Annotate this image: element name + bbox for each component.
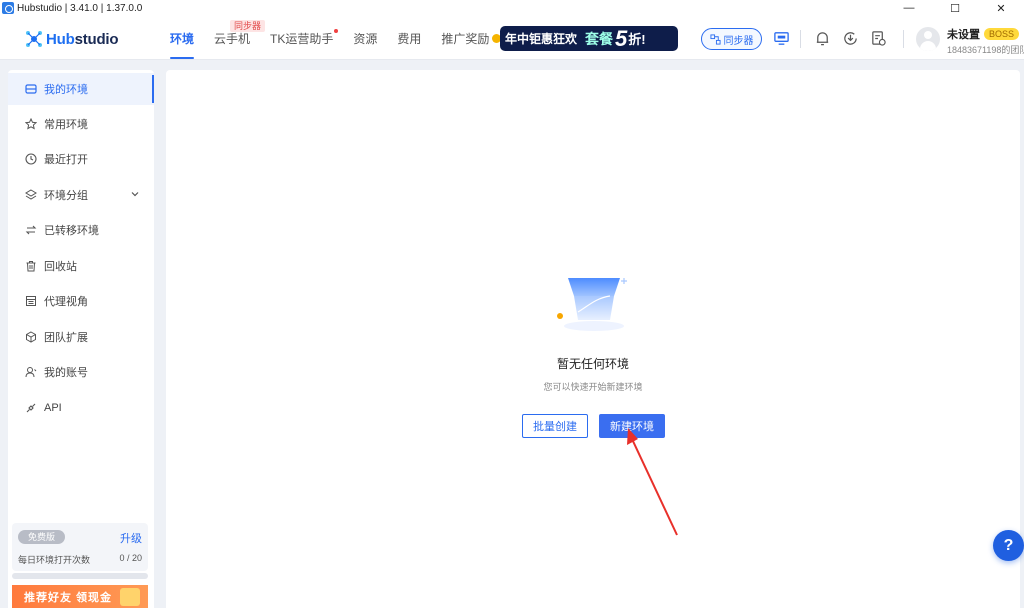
task-history-icon[interactable]: [870, 30, 887, 47]
sidebar-item-recent[interactable]: 最近打开: [8, 143, 154, 175]
user-icon: [25, 367, 37, 378]
synchronizer-button[interactable]: 同步器: [701, 28, 762, 50]
window-controls: — ☐ ✕: [886, 0, 1024, 16]
annotation-arrow-icon: [627, 428, 678, 536]
batch-create-button[interactable]: 批量创建: [522, 414, 588, 438]
free-plan-badge: 免费版: [18, 530, 66, 544]
sidebar-item-proxy-view[interactable]: 代理视角: [8, 285, 154, 317]
sidebar-item-groups[interactable]: 环境分组: [8, 179, 154, 211]
close-button[interactable]: ✕: [978, 0, 1024, 16]
sync-icon: [709, 33, 721, 45]
sidebar-item-api[interactable]: API: [8, 392, 154, 424]
screen-share-icon[interactable]: [773, 30, 790, 47]
clock-icon: [25, 153, 37, 165]
plan-usage-card: 免费版 升级 每日环境打开次数 0 / 20: [12, 523, 148, 571]
proxy-icon: [26, 296, 36, 306]
avatar[interactable]: [916, 27, 940, 51]
main-content: 暂无任何环境 您可以快速开始新建环境 批量创建 新建环境: [166, 70, 1020, 608]
sidebar-item-team-expansion[interactable]: 团队扩展: [8, 321, 154, 353]
chevron-down-icon[interactable]: [130, 189, 140, 199]
nav-tab-cloud-phone[interactable]: 同步器 云手机: [214, 16, 266, 60]
empty-state-title: 暂无任何环境: [556, 357, 629, 371]
empty-box-illustration: [557, 278, 627, 331]
header-divider: [903, 30, 904, 48]
window-titlebar: Hubstudio | 3.41.0 | 1.37.0.0 — ☐ ✕: [0, 0, 1024, 16]
api-icon: [26, 403, 36, 413]
sidebar-item-recycle-bin[interactable]: 回收站: [8, 250, 154, 282]
help-button[interactable]: ?: [993, 530, 1024, 561]
app-header: Hubstudio 环境 同步器 云手机 TK运营助手 资源 费用 推广奖励 年…: [0, 16, 1024, 60]
cube-icon: [26, 331, 36, 343]
empty-state-subtitle: 您可以快速开始新建环境: [543, 382, 643, 392]
hubstudio-logo[interactable]: Hubstudio: [24, 29, 119, 49]
sidebar-item-transferred[interactable]: 已转移环境: [8, 214, 154, 246]
monitor-icon: [25, 84, 37, 94]
header-divider: [800, 30, 801, 48]
sidebar-item-favorites[interactable]: 常用环境: [8, 108, 154, 140]
upgrade-link[interactable]: 升级: [120, 530, 142, 546]
usage-progress-bar: [12, 573, 148, 579]
refer-friends-banner[interactable]: 推荐好友 领现金: [12, 585, 148, 608]
notification-dot: [334, 29, 339, 33]
maximize-button[interactable]: ☐: [932, 0, 978, 16]
download-update-icon[interactable]: [842, 30, 859, 47]
minimize-button[interactable]: —: [886, 0, 932, 16]
bell-icon[interactable]: [814, 30, 831, 47]
sidebar-item-my-account[interactable]: 我的账号: [8, 356, 154, 388]
nav-tab-referral-rewards[interactable]: 推广奖励: [441, 16, 502, 60]
team-id: 18483671198的团队: [947, 45, 1024, 55]
usage-count: 0 / 20: [119, 553, 142, 563]
window-title: Hubstudio | 3.41.0 | 1.37.0.0: [17, 2, 143, 14]
nav-tab-fees[interactable]: 费用: [397, 16, 421, 60]
logo-text: Hubstudio: [46, 30, 119, 48]
usage-label: 每日环境打开次数: [18, 555, 91, 565]
nav-tab-resources[interactable]: 资源: [353, 16, 377, 60]
promo-banner[interactable]: 年中钜惠狂欢 套餐 5 折!: [500, 26, 678, 51]
boss-badge: BOSS: [984, 28, 1020, 40]
hubstudio-logo-icon: [26, 31, 42, 47]
sync-badge: 同步器: [230, 20, 266, 32]
trash-icon: [26, 261, 36, 272]
sidebar-item-my-environments[interactable]: 我的环境: [8, 73, 154, 105]
star-icon: [25, 118, 37, 130]
user-name[interactable]: 未设置 BOSS: [947, 26, 1020, 42]
gift-icon: [120, 588, 140, 606]
layers-icon: [25, 189, 37, 200]
nav-tab-tk-assistant[interactable]: TK运营助手: [270, 16, 339, 60]
transfer-icon: [25, 225, 37, 235]
app-logo-icon: [2, 2, 14, 14]
nav-tab-environments[interactable]: 环境: [170, 16, 195, 60]
sidebar: 我的环境 常用环境 最近打开 环境分组 已转移环境 回收站 代理视角 团队扩展 …: [8, 70, 154, 608]
main-nav: 环境 同步器 云手机 TK运营助手 资源 费用 推广奖励: [170, 16, 521, 60]
